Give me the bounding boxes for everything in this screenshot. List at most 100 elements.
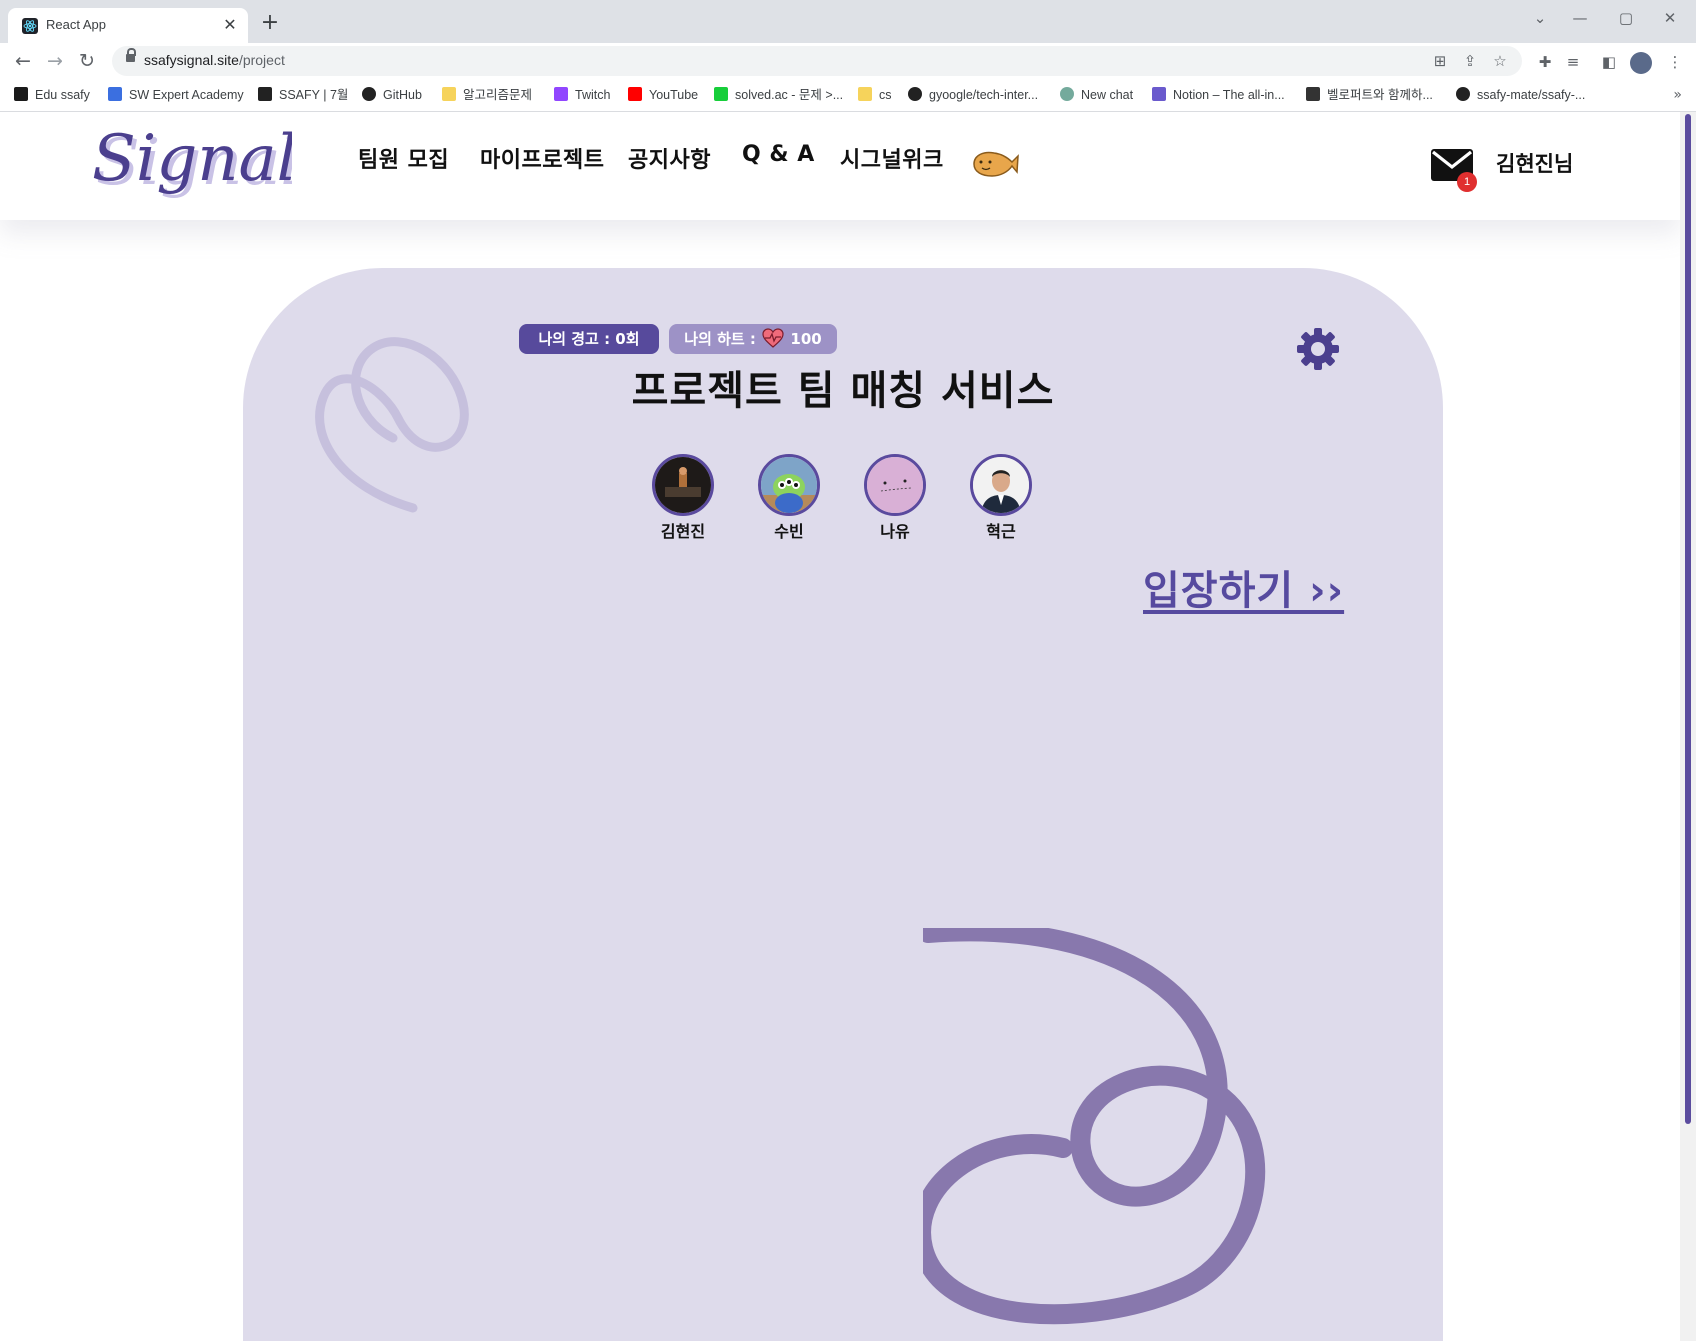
bookmark-item[interactable]: Edu ssafy xyxy=(14,85,90,105)
translate-icon[interactable]: ⊞ xyxy=(1430,51,1450,71)
bookmark-item[interactable]: YouTube xyxy=(628,85,698,105)
member-avatar xyxy=(652,454,714,516)
address-bar[interactable]: ssafysignal.site/project ⊞ ⇪ ☆ xyxy=(112,46,1522,76)
back-icon[interactable]: ← xyxy=(10,48,36,74)
side-panel-icon[interactable]: ◧ xyxy=(1598,51,1620,73)
member-avatar xyxy=(970,454,1032,516)
chatgpt-icon xyxy=(1060,87,1074,101)
bookmark-item[interactable]: cs xyxy=(858,85,892,105)
bookmark-label: Edu ssafy xyxy=(35,88,90,102)
url-text[interactable]: ssafysignal.site/project xyxy=(144,52,285,68)
folder-icon xyxy=(442,87,456,101)
tab-search-icon[interactable]: ⌄ xyxy=(1520,6,1560,30)
github-icon xyxy=(1456,87,1470,101)
bookmark-item[interactable]: solved.ac - 문제 >... xyxy=(714,85,843,105)
bookmark-icon xyxy=(14,87,28,101)
page-scrollbar[interactable] xyxy=(1680,112,1696,1341)
folder-icon xyxy=(858,87,872,101)
fish-bread-icon[interactable] xyxy=(970,148,1020,180)
lock-icon xyxy=(126,48,136,62)
share-icon[interactable]: ⇪ xyxy=(1460,51,1480,71)
member-avatar xyxy=(758,454,820,516)
gear-icon[interactable] xyxy=(1297,328,1339,370)
extensions-icon[interactable]: ✚ xyxy=(1534,51,1556,73)
nav-my-project[interactable]: 마이프로젝트 xyxy=(480,142,604,174)
bookmark-label: SW Expert Academy xyxy=(129,88,244,102)
member-item[interactable]: 혁근 xyxy=(961,454,1041,542)
nav-notice[interactable]: 공지사항 xyxy=(628,142,711,174)
bookmark-item[interactable]: SSAFY | 7월 xyxy=(258,85,348,105)
heart-value: 100 xyxy=(790,330,822,348)
bookmark-label: GitHub xyxy=(383,88,422,102)
bookmarks-bar: Edu ssafy SW Expert Academy SSAFY | 7월 G… xyxy=(0,79,1696,112)
github-icon xyxy=(908,87,922,101)
bookmark-item[interactable]: GitHub xyxy=(362,85,422,105)
bookmark-item[interactable]: 벨로퍼트와 함께하... xyxy=(1306,85,1433,105)
react-icon xyxy=(22,18,38,34)
project-card: 나의 경고 : 0회 나의 하트 : 100 프로젝트 팀 매칭 서비스 김현진… xyxy=(243,268,1443,1341)
warning-count-badge: 나의 경고 : 0회 xyxy=(519,324,659,354)
browser-tab[interactable]: React App ✕ xyxy=(8,8,248,43)
nav-signal-week[interactable]: 시그널위크 xyxy=(840,142,944,174)
bookmark-item[interactable]: New chat xyxy=(1060,85,1133,105)
tab-title: React App xyxy=(46,17,106,32)
member-name: 혁근 xyxy=(986,522,1016,541)
swirl-decoration xyxy=(315,337,469,513)
bookmark-label: 알고리즘문제 xyxy=(463,88,533,102)
enter-project-link[interactable]: 입장하기 ›› xyxy=(1143,558,1344,616)
project-title: 프로젝트 팀 매칭 서비스 xyxy=(631,368,1055,414)
bookmark-icon xyxy=(258,87,272,101)
notion-icon xyxy=(1152,87,1166,101)
solvedac-icon xyxy=(714,87,728,101)
close-window-icon[interactable]: ✕ xyxy=(1650,6,1690,30)
bookmark-item[interactable]: ssafy-mate/ssafy-... xyxy=(1456,85,1585,105)
member-item[interactable]: 김현진 xyxy=(643,454,723,542)
member-avatar xyxy=(864,454,926,516)
new-tab-icon[interactable]: + xyxy=(258,12,282,36)
reload-icon[interactable]: ↻ xyxy=(74,48,100,74)
bookmark-label: YouTube xyxy=(649,88,699,102)
bookmark-item[interactable]: 알고리즘문제 xyxy=(442,85,532,105)
bookmark-label: 벨로퍼트와 함께하... xyxy=(1327,88,1433,102)
member-name: 김현진 xyxy=(660,522,706,541)
bookmark-label: SSAFY | 7월 xyxy=(279,88,349,102)
page-viewport: Signal Signal 팀원 모집 마이프로젝트 공지사항 Q & A 시그… xyxy=(0,112,1680,1341)
forward-icon[interactable]: → xyxy=(42,48,68,74)
member-item[interactable]: 수빈 xyxy=(749,454,829,542)
close-tab-icon[interactable]: ✕ xyxy=(220,15,240,35)
bookmark-item[interactable]: Twitch xyxy=(554,85,610,105)
profile-avatar[interactable] xyxy=(1630,52,1652,74)
menu-kebab-icon[interactable]: ⋮ xyxy=(1664,51,1686,73)
swirl-decoration xyxy=(923,928,1266,1325)
username[interactable]: 김현진님 xyxy=(1496,148,1573,178)
github-icon xyxy=(362,87,376,101)
browser-toolbar: ← → ↻ ssafysignal.site/project ⊞ ⇪ ☆ ✚ ≡… xyxy=(0,43,1696,79)
heart-icon xyxy=(762,328,784,348)
nav-qna[interactable]: Q & A xyxy=(742,142,815,167)
reading-list-icon[interactable]: ≡ xyxy=(1562,51,1584,73)
logo-text: Signal xyxy=(92,122,292,196)
url-host: ssafysignal.site xyxy=(144,52,239,68)
bookmarks-overflow-icon[interactable]: » xyxy=(1673,85,1682,105)
scrollbar-thumb[interactable] xyxy=(1685,114,1691,1124)
bookmark-label: gyoogle/tech-inter... xyxy=(929,88,1039,102)
bookmark-label: Twitch xyxy=(575,88,611,102)
book-icon xyxy=(1306,87,1320,101)
signal-logo[interactable]: Signal Signal xyxy=(92,118,292,218)
minimize-icon[interactable]: — xyxy=(1560,6,1600,30)
member-name: 수빈 xyxy=(774,522,804,541)
twitch-icon xyxy=(554,87,568,101)
site-header: Signal Signal 팀원 모집 마이프로젝트 공지사항 Q & A 시그… xyxy=(0,112,1680,220)
maximize-icon[interactable]: ▢ xyxy=(1606,6,1646,30)
url-path: /project xyxy=(238,52,285,68)
heart-count-badge: 나의 하트 : 100 xyxy=(669,324,837,354)
bookmark-label: Notion – The all-in... xyxy=(1173,88,1285,102)
bookmark-item[interactable]: Notion – The all-in... xyxy=(1152,85,1285,105)
mail-count-badge: 1 xyxy=(1457,172,1477,192)
bookmark-item[interactable]: SW Expert Academy xyxy=(108,85,244,105)
member-name: 나유 xyxy=(880,522,910,541)
member-item[interactable]: 나유 xyxy=(855,454,935,542)
bookmark-star-icon[interactable]: ☆ xyxy=(1490,51,1510,71)
bookmark-item[interactable]: gyoogle/tech-inter... xyxy=(908,85,1038,105)
nav-team-recruit[interactable]: 팀원 모집 xyxy=(358,142,449,174)
